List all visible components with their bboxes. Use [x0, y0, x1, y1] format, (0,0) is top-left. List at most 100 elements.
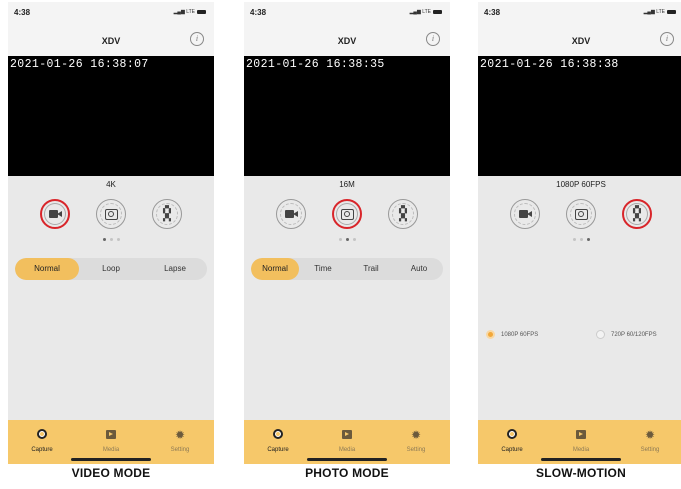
tab-setting[interactable]: ✹ Setting [160, 426, 200, 453]
phone-screen-slow-motion: 4:38 ▂▄▆ LTE XDV i 2021-01-26 16:38:38 1… [478, 2, 681, 464]
status-time: 4:38 [484, 8, 501, 17]
page-indicator [478, 238, 681, 241]
live-preview: 2021-01-26 16:38:38 [478, 56, 681, 176]
tab-media[interactable]: Media [327, 426, 367, 453]
slow-motion-icon: ▞▚ ▚▞ ▞▚ [633, 205, 641, 222]
tab-capture[interactable]: Capture [492, 426, 532, 453]
capture-controls: 1080P 60FPS ▞▚ ▚▞ ▞▚ 1080P 60FPS 720P 60/1… [478, 176, 681, 420]
tab-media-label: Media [572, 447, 590, 453]
submode-normal[interactable]: Normal [251, 258, 299, 280]
live-preview: 2021-01-26 16:38:07 [8, 56, 214, 176]
photo-mode-button[interactable] [332, 199, 362, 229]
caption-video: VIDEO MODE [71, 466, 151, 480]
signal-battery-icon: ▂▄▆ LTE [644, 9, 676, 15]
tab-setting[interactable]: ✹ Setting [396, 426, 436, 453]
home-indicator [541, 458, 621, 461]
caption-slow-motion: SLOW-MOTION [536, 466, 626, 480]
phone-screen-video: 4:38 ▂▄▆ LTE XDV i 2021-01-26 16:38:07 4… [8, 2, 214, 464]
radio-unselected-icon [596, 330, 605, 339]
video-camera-icon [284, 209, 298, 219]
media-icon [342, 430, 352, 439]
video-camera-icon [48, 209, 62, 219]
tab-media-label: Media [102, 447, 120, 453]
tab-media[interactable]: Media [91, 426, 131, 453]
home-indicator [307, 458, 387, 461]
video-camera-icon [518, 209, 532, 219]
radio-label: 720P 60/120FPS [611, 331, 657, 338]
radio-720p-60-120fps[interactable]: 720P 60/120FPS [596, 330, 657, 339]
video-mode-button[interactable] [510, 199, 540, 229]
info-icon[interactable]: i [190, 32, 204, 46]
status-time: 4:38 [250, 8, 267, 17]
tab-capture-label: Capture [501, 447, 523, 453]
signal-battery-icon: ▂▄▆ LTE [174, 9, 206, 15]
signal-battery-icon: ▂▄▆ LTE [410, 9, 442, 15]
capture-icon [507, 429, 517, 439]
nav-bar: XDV i [244, 26, 450, 56]
tab-capture[interactable]: Capture [258, 426, 298, 453]
phone-screen-photo: 4:38 ▂▄▆ LTE XDV i 2021-01-26 16:38:35 1… [244, 2, 450, 464]
capture-icon [273, 429, 283, 439]
capture-icon [37, 429, 47, 439]
submode-trail[interactable]: Trail [347, 258, 395, 280]
media-icon [576, 430, 586, 439]
photo-mode-button[interactable] [96, 199, 126, 229]
video-mode-button[interactable] [276, 199, 306, 229]
video-submode-selector: Normal Loop Lapse [15, 258, 207, 280]
submode-loop[interactable]: Loop [79, 258, 143, 280]
slow-motion-mode-button[interactable]: ▞▚ ▚▞ ▞▚ [388, 199, 418, 229]
camera-icon [340, 208, 354, 220]
tab-capture[interactable]: Capture [22, 426, 62, 453]
app-title: XDV [101, 36, 121, 46]
resolution-label: 4K [106, 180, 116, 189]
slow-motion-mode-button[interactable]: ▞▚ ▚▞ ▞▚ [152, 199, 182, 229]
gear-icon: ✹ [644, 428, 656, 442]
home-indicator [71, 458, 151, 461]
photo-submode-selector: Normal Time Trail Auto [251, 258, 443, 280]
capture-controls: 16M ▞▚ ▚▞ ▞▚ Normal Time Trail Auto [244, 176, 450, 420]
status-bar: 4:38 ▂▄▆ LTE [244, 2, 450, 26]
submode-lapse[interactable]: Lapse [143, 258, 207, 280]
slow-motion-mode-button[interactable]: ▞▚ ▚▞ ▞▚ [622, 199, 652, 229]
camera-icon [574, 208, 588, 220]
info-icon[interactable]: i [426, 32, 440, 46]
radio-1080p-60fps[interactable]: 1080P 60FPS [486, 330, 538, 339]
info-icon[interactable]: i [660, 32, 674, 46]
capture-controls: 4K ▞▚ ▚▞ ▞▚ Normal Loop Lapse [8, 176, 214, 420]
status-bar: 4:38 ▂▄▆ LTE [478, 2, 681, 26]
tab-media-label: Media [338, 447, 356, 453]
preview-timestamp: 2021-01-26 16:38:38 [480, 58, 619, 71]
nav-bar: XDV i [478, 26, 681, 56]
video-mode-button[interactable] [40, 199, 70, 229]
app-title: XDV [337, 36, 357, 46]
submode-auto[interactable]: Auto [395, 258, 443, 280]
slow-motion-resolution-options: 1080P 60FPS 720P 60/120FPS [478, 330, 681, 344]
page-indicator [244, 238, 450, 241]
preview-timestamp: 2021-01-26 16:38:07 [10, 58, 149, 71]
resolution-label: 1080P 60FPS [556, 180, 606, 189]
tab-setting-label: Setting [640, 447, 660, 453]
status-bar: 4:38 ▂▄▆ LTE [8, 2, 214, 26]
gear-icon: ✹ [174, 428, 186, 442]
tab-media[interactable]: Media [561, 426, 601, 453]
gear-icon: ✹ [410, 428, 422, 442]
submode-normal[interactable]: Normal [15, 258, 79, 280]
media-icon [106, 430, 116, 439]
radio-selected-icon [486, 330, 495, 339]
status-time: 4:38 [14, 8, 31, 17]
caption-photo: PHOTO MODE [305, 466, 389, 480]
preview-timestamp: 2021-01-26 16:38:35 [246, 58, 385, 71]
tab-setting-label: Setting [170, 447, 190, 453]
submode-time[interactable]: Time [299, 258, 347, 280]
tab-bar: Capture Media ✹ Setting [478, 420, 681, 464]
tab-setting-label: Setting [406, 447, 426, 453]
live-preview: 2021-01-26 16:38:35 [244, 56, 450, 176]
photo-mode-button[interactable] [566, 199, 596, 229]
camera-icon [104, 208, 118, 220]
tab-bar: Capture Media ✹ Setting [244, 420, 450, 464]
tab-capture-label: Capture [267, 447, 289, 453]
nav-bar: XDV i [8, 26, 214, 56]
tab-setting[interactable]: ✹ Setting [630, 426, 670, 453]
resolution-label: 16M [339, 180, 355, 189]
radio-label: 1080P 60FPS [501, 331, 539, 338]
